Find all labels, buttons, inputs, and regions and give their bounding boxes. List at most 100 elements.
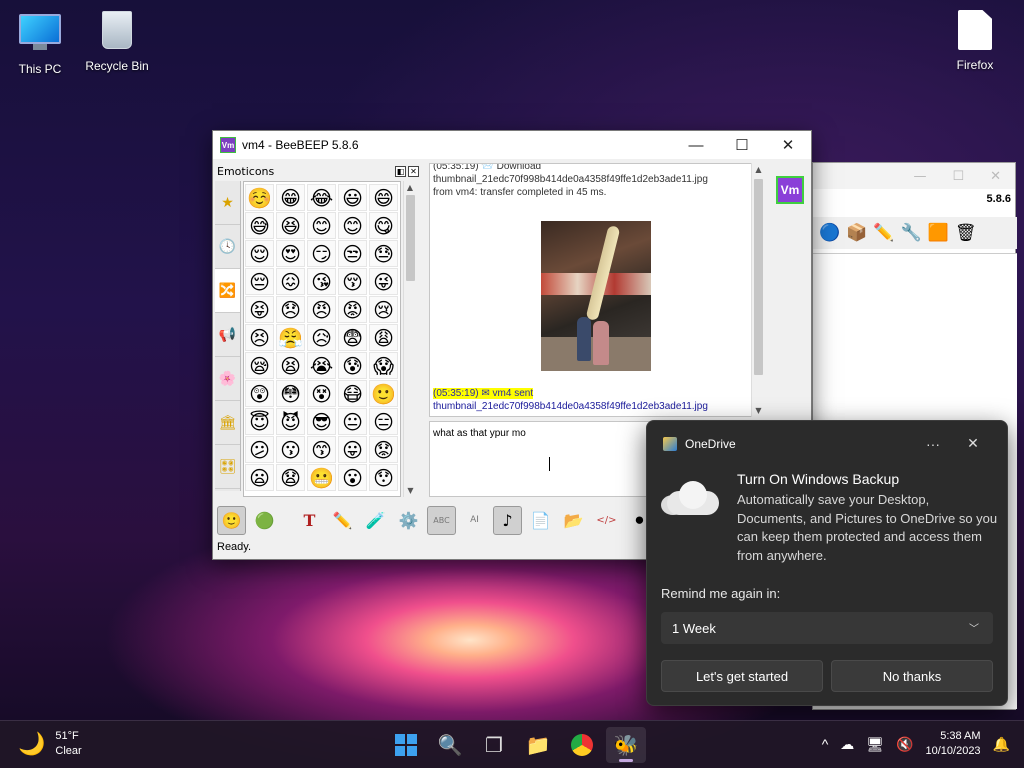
tab-places[interactable]: 🏛 bbox=[215, 401, 240, 445]
settings-button[interactable]: ⚙️ bbox=[394, 506, 423, 535]
toolbar-icon[interactable]: 🟧 bbox=[928, 223, 949, 243]
maximize-icon[interactable]: ☐ bbox=[952, 169, 964, 184]
get-started-button[interactable]: Let's get started bbox=[661, 660, 823, 692]
emoticon-button[interactable]: 😊 bbox=[307, 212, 336, 239]
send-file-button[interactable]: 📂 bbox=[559, 506, 588, 535]
emoticon-button[interactable]: 😗 bbox=[276, 436, 305, 463]
chat-view[interactable]: (05:35:19) 📨 Download thumbnail_21edc70f… bbox=[429, 163, 763, 417]
emoticon-button[interactable]: ☺️ bbox=[245, 184, 274, 211]
more-options-icon[interactable]: ··· bbox=[913, 436, 953, 452]
tab-nature[interactable]: 🌸 bbox=[215, 357, 240, 401]
desktop-icon-this-pc[interactable]: This PC bbox=[0, 8, 80, 76]
chrome-button[interactable] bbox=[562, 727, 602, 763]
emoticon-button[interactable]: 😒 bbox=[338, 240, 367, 267]
toolbar-icon[interactable]: ✏️ bbox=[873, 223, 894, 243]
emoticon-button[interactable]: 😦 bbox=[245, 464, 274, 491]
weather-widget[interactable]: 🌙 51°F Clear bbox=[18, 729, 82, 759]
emoticon-button[interactable]: 😓 bbox=[369, 240, 398, 267]
emoticon-button[interactable]: 😜 bbox=[369, 268, 398, 295]
sound-button[interactable]: ♪ bbox=[493, 505, 522, 535]
volume-muted-icon[interactable]: 🔇 bbox=[896, 736, 913, 753]
emoticon-button[interactable]: 😳 bbox=[276, 380, 305, 407]
emoticon-button[interactable]: 😲 bbox=[245, 380, 274, 407]
toolbar-icon[interactable]: 🗑 bbox=[955, 223, 977, 243]
sent-file-link[interactable]: thumbnail_21edc70f998b414de0a4358f49ffe1… bbox=[430, 400, 762, 413]
search-button[interactable]: 🔍 bbox=[430, 727, 470, 763]
emoticons-button[interactable]: 🙂 bbox=[217, 505, 246, 535]
emoticon-button[interactable]: 😫 bbox=[276, 352, 305, 379]
emoticon-button[interactable]: 😛 bbox=[338, 436, 367, 463]
toolbar-icon[interactable]: 🔵 bbox=[819, 223, 840, 243]
toolbar-icon[interactable]: 🔧 bbox=[901, 223, 922, 243]
remind-dropdown[interactable]: 1 Week ﹀ bbox=[661, 612, 993, 644]
emoticon-button[interactable]: 😍 bbox=[276, 240, 305, 267]
emoticon-button[interactable]: 😎 bbox=[307, 408, 336, 435]
scroll-up-icon[interactable]: ▲ bbox=[752, 163, 765, 176]
emoticon-button[interactable]: 😞 bbox=[276, 296, 305, 323]
emoticon-button[interactable]: 😑 bbox=[369, 408, 398, 435]
scroll-down-icon[interactable]: ▼ bbox=[404, 484, 417, 497]
onedrive-tray-icon[interactable]: ☁ bbox=[840, 736, 854, 753]
emoticon-scrollbar[interactable]: ▲ ▼ bbox=[403, 181, 416, 497]
emoticon-button[interactable]: 😪 bbox=[245, 352, 274, 379]
code-button[interactable]: </> bbox=[592, 506, 621, 535]
emoticon-button[interactable]: 😷 bbox=[338, 380, 367, 407]
emoticon-button[interactable]: 😰 bbox=[338, 352, 367, 379]
emoticon-button[interactable]: 😱 bbox=[369, 352, 398, 379]
emoticon-button[interactable]: 😢 bbox=[369, 296, 398, 323]
task-view-button[interactable]: ❐ bbox=[474, 727, 514, 763]
font-button[interactable]: T bbox=[295, 506, 324, 535]
emoticon-button[interactable]: 😥 bbox=[307, 324, 336, 351]
emoticon-button[interactable]: 😇 bbox=[245, 408, 274, 435]
clock[interactable]: 5:38 AM 10/10/2023 bbox=[926, 729, 981, 759]
user-avatar[interactable]: Vm bbox=[776, 176, 804, 204]
file-explorer-button[interactable]: 📁 bbox=[518, 727, 558, 763]
completer-button[interactable]: AI bbox=[460, 506, 489, 535]
emoticon-button[interactable]: 😭 bbox=[307, 352, 336, 379]
emoticon-button[interactable]: 😈 bbox=[276, 408, 305, 435]
network-icon[interactable]: 🖥 bbox=[866, 736, 884, 753]
emoticon-button[interactable]: 😵 bbox=[307, 380, 336, 407]
save-chat-button[interactable]: 📄 bbox=[526, 506, 555, 535]
emoticon-button[interactable]: 😣 bbox=[245, 324, 274, 351]
emoticon-button[interactable]: 😟 bbox=[369, 436, 398, 463]
emoticon-button[interactable]: 😝 bbox=[245, 296, 274, 323]
thumbnail-image[interactable] bbox=[541, 221, 651, 371]
emoticon-button[interactable]: 😕 bbox=[245, 436, 274, 463]
emoticon-button[interactable]: 😄 bbox=[369, 184, 398, 211]
minimize-icon[interactable]: — bbox=[913, 169, 926, 184]
emoticon-button[interactable]: 😔 bbox=[245, 268, 274, 295]
emoticon-button[interactable]: 😤 bbox=[276, 324, 305, 351]
emoticon-button[interactable]: 😘 bbox=[307, 268, 336, 295]
status-button[interactable]: 🟢 bbox=[250, 506, 279, 535]
emoticon-button[interactable]: 😁 bbox=[276, 184, 305, 211]
notification-bell-icon[interactable]: 🔔 bbox=[993, 736, 1010, 753]
color-button[interactable]: ✏️ bbox=[328, 506, 357, 535]
title-bar[interactable]: Vm vm4 - BeeBEEP 5.8.6 — ☐ ✕ bbox=[213, 131, 811, 159]
minimize-button[interactable]: — bbox=[673, 131, 719, 159]
tab-favorites[interactable]: ★ bbox=[215, 181, 240, 225]
tab-smileys[interactable]: 🔀 bbox=[215, 269, 240, 313]
emoticon-button[interactable]: 😂 bbox=[307, 184, 336, 211]
emoticon-button[interactable]: 😙 bbox=[307, 436, 336, 463]
emoticon-button[interactable]: 😯 bbox=[369, 464, 398, 491]
scroll-down-icon[interactable]: ▼ bbox=[752, 404, 765, 417]
show-hidden-icons-button[interactable]: ^ bbox=[822, 736, 829, 752]
panel-close-icon[interactable]: ✕ bbox=[408, 165, 419, 177]
emoticon-button[interactable]: 😋 bbox=[369, 212, 398, 239]
emoticon-button[interactable]: 😧 bbox=[276, 464, 305, 491]
spellcheck-button[interactable]: ABC bbox=[427, 505, 456, 535]
emoticon-button[interactable]: 😏 bbox=[307, 240, 336, 267]
close-button[interactable]: ✕ bbox=[765, 131, 811, 159]
emoticon-button[interactable]: 😆 bbox=[276, 212, 305, 239]
scroll-thumb[interactable] bbox=[754, 179, 763, 375]
emoticon-button[interactable]: 😚 bbox=[338, 268, 367, 295]
tab-recent[interactable]: 🕓 bbox=[215, 225, 240, 269]
desktop-icon-recycle-bin[interactable]: Recycle Bin bbox=[77, 8, 157, 73]
maximize-button[interactable]: ☐ bbox=[719, 131, 765, 159]
start-button[interactable] bbox=[386, 727, 426, 763]
close-icon[interactable]: ✕ bbox=[953, 435, 993, 452]
chat-scrollbar[interactable]: ▲ ▼ bbox=[751, 163, 765, 417]
emoticon-button[interactable]: 😮 bbox=[338, 464, 367, 491]
desktop-icon-firefox[interactable]: Firefox bbox=[935, 8, 1015, 72]
